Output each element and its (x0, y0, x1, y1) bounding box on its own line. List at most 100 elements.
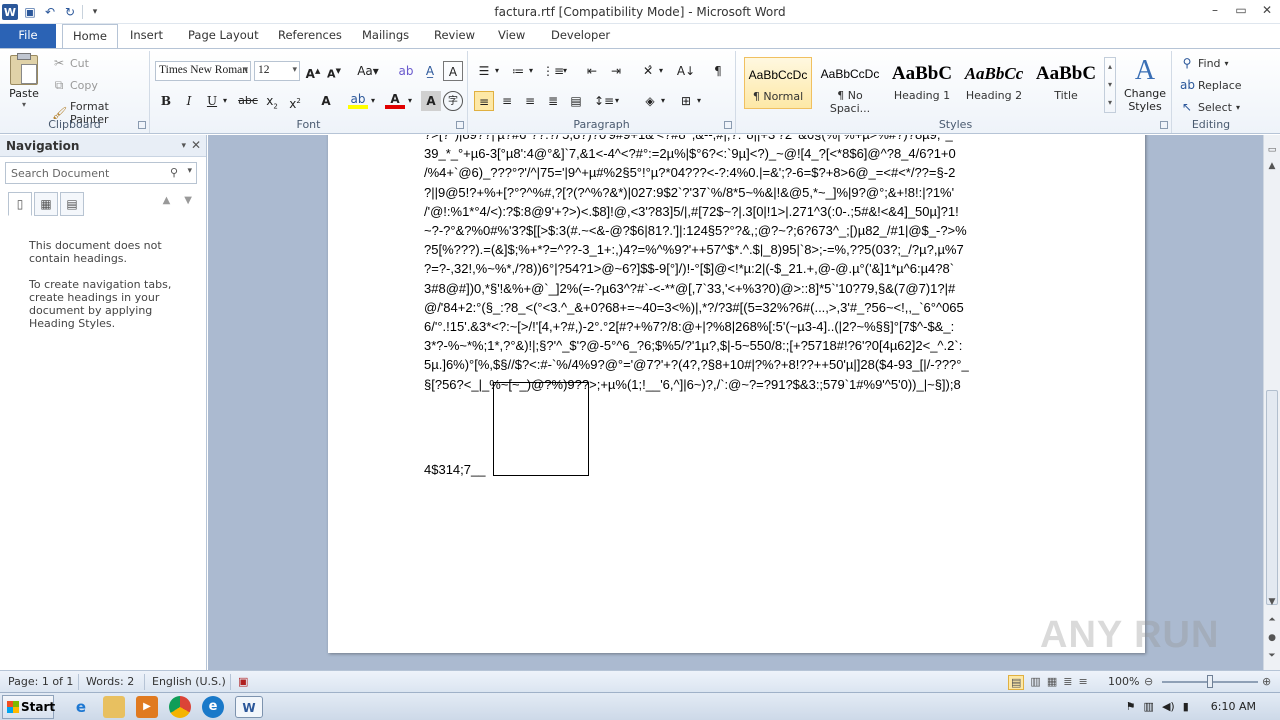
tab-references[interactable]: References (268, 24, 352, 48)
font-size-select[interactable]: 12 ▾ (254, 61, 300, 81)
full-screen-reading-icon[interactable]: ▥ (1030, 675, 1040, 690)
subscript-icon[interactable]: x2 (262, 91, 282, 111)
zoom-level[interactable]: 100% (1108, 675, 1139, 688)
pane-options-icon[interactable]: ▾ (181, 141, 186, 151)
underline-icon[interactable]: U (202, 91, 222, 111)
line-spacing-icon[interactable]: ↕≡ (594, 91, 614, 111)
strikethrough-icon[interactable]: abc (238, 91, 258, 111)
chrome-icon[interactable] (169, 696, 191, 718)
text-effect-icon[interactable]: A (316, 91, 336, 111)
style-heading-2[interactable]: AaBbCc Heading 2 (960, 57, 1028, 109)
bullets-icon[interactable]: ☰ (474, 61, 494, 81)
document-page[interactable]: ?>[?*)|89??|'µ?#6`??.?/'5,8?)?0'9#9+1&'<… (328, 135, 1145, 653)
change-styles-button[interactable]: A Change Styles (1122, 55, 1168, 113)
zoom-in-icon[interactable]: ⊕ (1262, 675, 1271, 688)
align-right-icon[interactable]: ≡ (520, 91, 540, 111)
character-shading-icon[interactable]: A (421, 91, 441, 111)
clear-formatting-icon[interactable]: ab (396, 61, 416, 81)
text-effects-icon[interactable]: A̲ (420, 61, 440, 81)
asian-layout-icon[interactable]: ✕̂ (638, 61, 658, 81)
character-border-icon[interactable]: A (443, 61, 463, 81)
underline-dropdown-icon[interactable]: ▾ (220, 91, 230, 111)
justify-icon[interactable]: ≣ (543, 91, 563, 111)
document-body[interactable]: ?>[?*)|89??|'µ?#6`??.?/'5,8?)?0'9#9+1&'<… (424, 135, 1044, 394)
style-title[interactable]: AaBbC Title (1032, 57, 1100, 109)
tab-page-layout[interactable]: Page Layout (178, 24, 269, 48)
font-color-dropdown-icon[interactable]: ▾ (405, 91, 415, 111)
bold-icon[interactable]: B (156, 91, 176, 111)
scroll-thumb[interactable] (1266, 390, 1278, 605)
outline-icon[interactable]: ≣ (1063, 675, 1072, 690)
internet-explorer-icon[interactable]: e (70, 696, 92, 718)
draft-icon[interactable]: ≡ (1078, 675, 1087, 690)
zoom-slider-knob[interactable] (1207, 675, 1213, 688)
align-center-icon[interactable]: ≡ (497, 91, 517, 111)
copy-button[interactable]: ⧉ Copy (52, 78, 98, 92)
font-name-select[interactable]: Times New Roman ▾ (155, 61, 251, 81)
scroll-down-icon[interactable]: ▼ (1264, 595, 1280, 609)
multilevel-list-icon[interactable]: ⋮≡ (542, 61, 564, 81)
vertical-scrollbar[interactable]: ▭ ▲ ▼ ⏶ ● ⏷ (1263, 135, 1280, 670)
word-count[interactable]: Words: 2 (86, 675, 134, 688)
search-icon[interactable]: ⚲ (170, 166, 178, 179)
macro-recording-icon[interactable]: ▣ (238, 675, 248, 688)
media-player-icon[interactable]: ▶ (136, 696, 158, 718)
paste-button[interactable]: Paste ▾ (6, 53, 42, 109)
language-indicator[interactable]: English (U.S.) (152, 675, 226, 688)
edge-icon[interactable]: e (202, 696, 224, 718)
align-left-icon[interactable]: ≡ (474, 91, 494, 111)
tab-file[interactable]: File (0, 24, 56, 48)
replace-button[interactable]: ab Replace (1180, 78, 1242, 92)
enclose-characters-icon[interactable]: 字 (443, 91, 463, 111)
scroll-up-icon[interactable]: ▲ (1264, 159, 1280, 173)
highlight-icon[interactable]: ab (348, 91, 368, 109)
volume-icon[interactable]: ◀) (1162, 700, 1175, 713)
tab-mailings[interactable]: Mailings (352, 24, 419, 48)
shading-icon[interactable]: ◈ (640, 91, 660, 111)
asian-layout-dropdown-icon[interactable]: ▾ (656, 61, 666, 81)
highlight-dropdown-icon[interactable]: ▾ (368, 91, 378, 111)
tray-flag-icon[interactable]: ⚑ (1126, 700, 1136, 713)
numbering-icon[interactable]: ≔ (508, 61, 528, 81)
minimize-icon[interactable]: – (1202, 0, 1228, 20)
clock[interactable]: 6:10 AM (1211, 700, 1256, 713)
styles-gallery-scroll[interactable]: ▴ ▾ ▾ (1104, 57, 1116, 113)
next-heading-icon[interactable]: ▼ (184, 195, 192, 206)
web-layout-icon[interactable]: ▦ (1047, 675, 1057, 690)
tab-home[interactable]: Home (62, 24, 118, 48)
italic-icon[interactable]: I (179, 91, 199, 111)
close-icon[interactable]: ✕ (1254, 0, 1280, 20)
search-options-icon[interactable]: ▾ (187, 166, 192, 176)
zoom-out-icon[interactable]: ⊖ (1144, 675, 1153, 688)
change-case-icon[interactable]: Aa▾ (354, 61, 382, 81)
multilevel-dropdown-icon[interactable]: ▾ (560, 61, 570, 81)
sort-icon[interactable]: A↓ (676, 61, 696, 81)
show-formatting-icon[interactable]: ¶ (708, 61, 728, 81)
network-icon[interactable]: ▥ (1144, 700, 1154, 713)
tab-view[interactable]: View (488, 24, 535, 48)
select-button[interactable]: ↖ Select ▾ (1180, 100, 1240, 114)
borders-icon[interactable]: ⊞ (676, 91, 696, 111)
grow-font-icon[interactable]: A▲ (303, 61, 323, 81)
font-launcher-icon[interactable] (456, 121, 464, 129)
browse-pages-icon[interactable]: ▦ (34, 192, 58, 216)
borders-dropdown-icon[interactable]: ▾ (694, 91, 704, 111)
line-spacing-dropdown-icon[interactable]: ▾ (612, 91, 622, 111)
file-explorer-icon[interactable] (103, 696, 125, 718)
maximize-icon[interactable]: ▭ (1228, 0, 1254, 20)
print-layout-icon[interactable]: ▤ (1008, 675, 1025, 690)
superscript-icon[interactable]: x2 (285, 91, 305, 111)
font-color-icon[interactable]: A (385, 91, 405, 109)
styles-launcher-icon[interactable] (1160, 121, 1168, 129)
bullets-dropdown-icon[interactable]: ▾ (492, 61, 502, 81)
page-count[interactable]: Page: 1 of 1 (8, 675, 73, 688)
find-button[interactable]: ⚲ Find ▾ (1180, 56, 1229, 70)
distributed-icon[interactable]: ▤ (566, 91, 586, 111)
tab-developer[interactable]: Developer (541, 24, 620, 48)
increase-indent-icon[interactable]: ⇥ (606, 61, 626, 81)
decrease-indent-icon[interactable]: ⇤ (582, 61, 602, 81)
paragraph-launcher-icon[interactable] (724, 121, 732, 129)
search-document-input[interactable]: Search Document ⚲ ▾ (5, 162, 197, 184)
shrink-font-icon[interactable]: A▼ (324, 61, 344, 81)
previous-page-icon[interactable]: ⏶ (1264, 613, 1280, 627)
